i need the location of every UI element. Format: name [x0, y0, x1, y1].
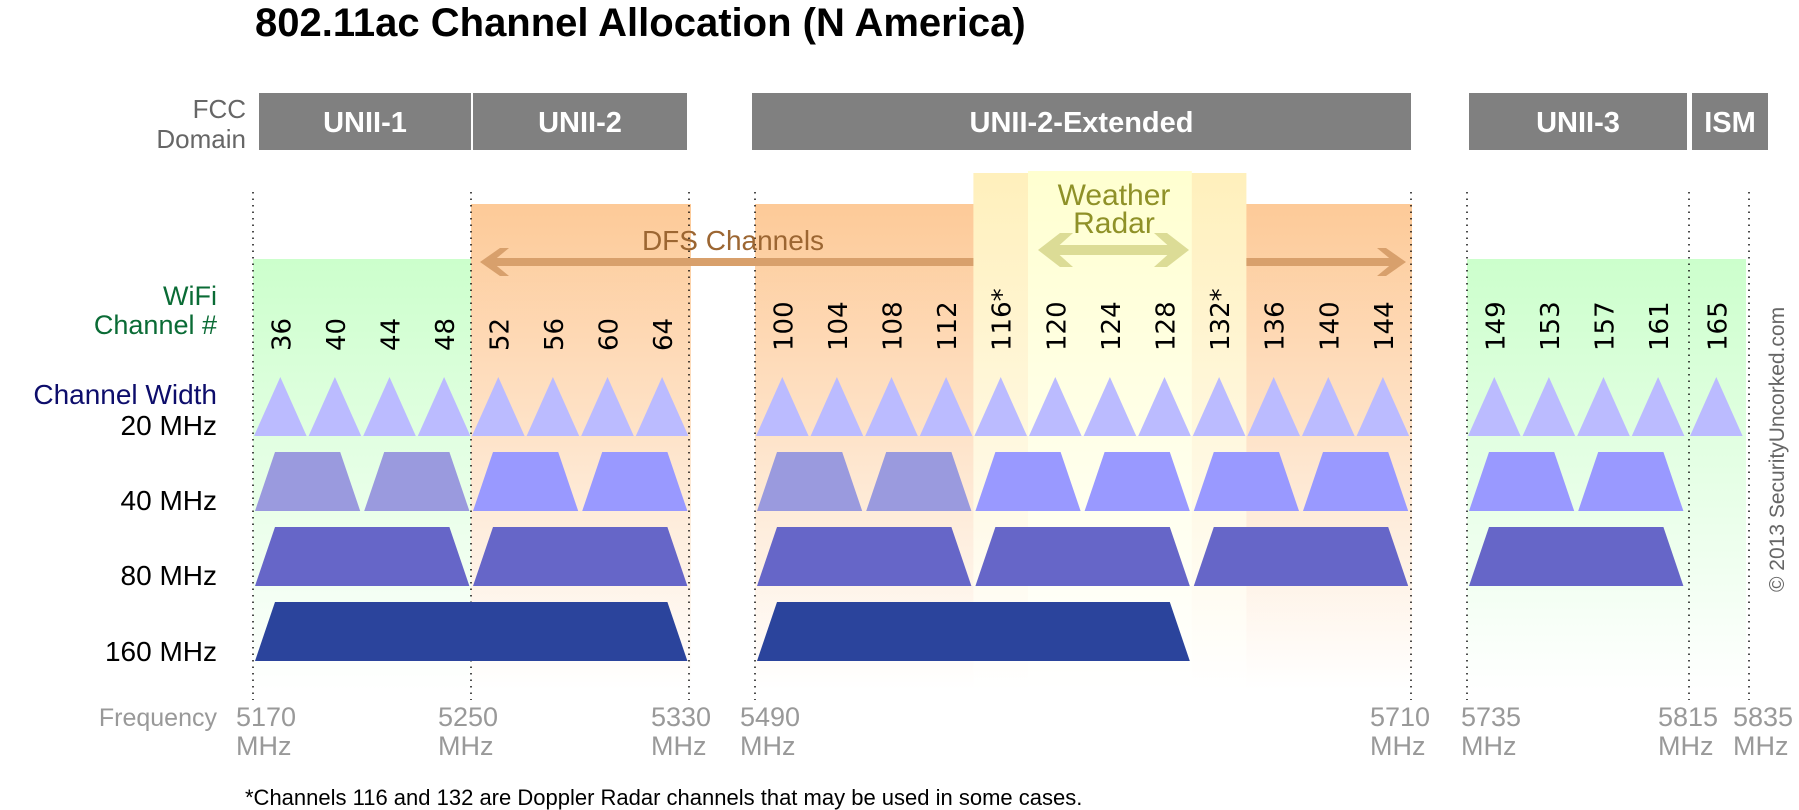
- channel-160mhz: [255, 602, 688, 661]
- channel-number: 153: [1536, 301, 1566, 351]
- row-label-160mhz: 160 MHz: [105, 636, 217, 667]
- fcc-domain-name: UNII-2: [538, 107, 622, 139]
- channel-80mhz: [975, 527, 1190, 586]
- frequency-unit: MHz: [740, 731, 796, 761]
- frequency-value: 5835: [1733, 702, 1793, 732]
- frequency-unit: MHz: [1733, 731, 1789, 761]
- channel-width-heading: Channel Width: [33, 379, 217, 410]
- channel-160mhz: [757, 602, 1190, 661]
- frequency-value: 5490: [740, 702, 800, 732]
- channel-number: 120: [1042, 301, 1072, 351]
- channel-number: 140: [1315, 301, 1345, 351]
- fcc-domain-name: UNII-3: [1536, 107, 1620, 139]
- footnote: *Channels 116 and 132 are Doppler Radar …: [245, 785, 1082, 810]
- channel-80mhz: [473, 527, 688, 586]
- fcc-domain-label-line1: FCC: [193, 94, 246, 124]
- frequency-labels: 5170MHz5250MHz5330MHz5490MHz5710MHz5735M…: [236, 702, 1793, 761]
- frequency-label: Frequency: [99, 704, 218, 732]
- dfs-channels-label: DFS Channels: [642, 225, 824, 256]
- row-label-40mhz: 40 MHz: [121, 485, 217, 516]
- channel-80mhz: [757, 527, 972, 586]
- channel-number: 165: [1703, 301, 1733, 351]
- channel-allocation-diagram: UNII-1 UNII-2 UNII-2-Extended UNII-3 ISM 36 4…: [33, 1, 1793, 810]
- channel-number: 64: [649, 318, 679, 351]
- channel-80mhz: [1469, 527, 1684, 586]
- weather-radar-label-line2: Radar: [1073, 207, 1155, 240]
- channel-number: 132*: [1206, 288, 1236, 351]
- channel-number: 124: [1097, 301, 1127, 351]
- wifi-label-line1: WiFi: [163, 281, 217, 311]
- frequency-unit: MHz: [236, 731, 292, 761]
- channel-number: 108: [879, 301, 909, 351]
- channel-80mhz: [1193, 527, 1409, 586]
- wifi-label-line2: Channel #: [94, 310, 217, 340]
- fcc-domain-name: UNII-1: [323, 107, 407, 139]
- channel-number: 149: [1481, 301, 1511, 351]
- channel-number: 144: [1370, 301, 1400, 351]
- frequency-value: 5710: [1370, 702, 1430, 732]
- channel-number: 128: [1152, 301, 1182, 351]
- channel-number: 56: [540, 318, 570, 351]
- chart-title: 802.11ac Channel Allocation (N America): [255, 1, 1026, 45]
- channel-number: 44: [377, 318, 407, 351]
- frequency-value: 5330: [651, 702, 711, 732]
- channel-number: 100: [769, 301, 799, 351]
- weather-arrow-shaft: [1048, 245, 1180, 255]
- fcc-domain-name: ISM: [1704, 107, 1756, 139]
- channel-number: 40: [322, 318, 352, 351]
- frequency-value: 5815: [1658, 702, 1718, 732]
- channel-number: 112: [933, 301, 963, 351]
- copyright-notice: © 2013 SecurityUncorked.com: [1766, 307, 1789, 592]
- frequency-unit: MHz: [1461, 731, 1517, 761]
- frequency-unit: MHz: [438, 731, 494, 761]
- channel-80mhz: [255, 527, 470, 586]
- channel-number: 136: [1261, 301, 1291, 351]
- frequency-value: 5735: [1461, 702, 1521, 732]
- row-label-20mhz: 20 MHz: [121, 410, 217, 441]
- fcc-domain-bars: UNII-1 UNII-2 UNII-2-Extended UNII-3 ISM: [259, 93, 1768, 150]
- frequency-unit: MHz: [651, 731, 707, 761]
- dfs-arrow-shaft-left: [486, 258, 974, 266]
- channel-number: 116*: [988, 288, 1018, 351]
- channel-number: 36: [267, 318, 297, 351]
- fcc-domain-name: UNII-2-Extended: [970, 107, 1194, 139]
- channel-number: 157: [1591, 301, 1621, 351]
- frequency-unit: MHz: [1370, 731, 1426, 761]
- frequency-value: 5170: [236, 702, 296, 732]
- fcc-domain-label-line2: Domain: [156, 124, 246, 154]
- channel-number: 60: [595, 318, 625, 351]
- frequency-unit: MHz: [1658, 731, 1714, 761]
- frequency-value: 5250: [438, 702, 498, 732]
- channel-number: 48: [431, 318, 461, 351]
- channel-number: 104: [824, 301, 854, 351]
- channel-number: 161: [1645, 301, 1675, 351]
- row-label-80mhz: 80 MHz: [121, 560, 217, 591]
- dfs-arrow-shaft-right: [1246, 258, 1400, 266]
- channel-number: 52: [485, 318, 515, 351]
